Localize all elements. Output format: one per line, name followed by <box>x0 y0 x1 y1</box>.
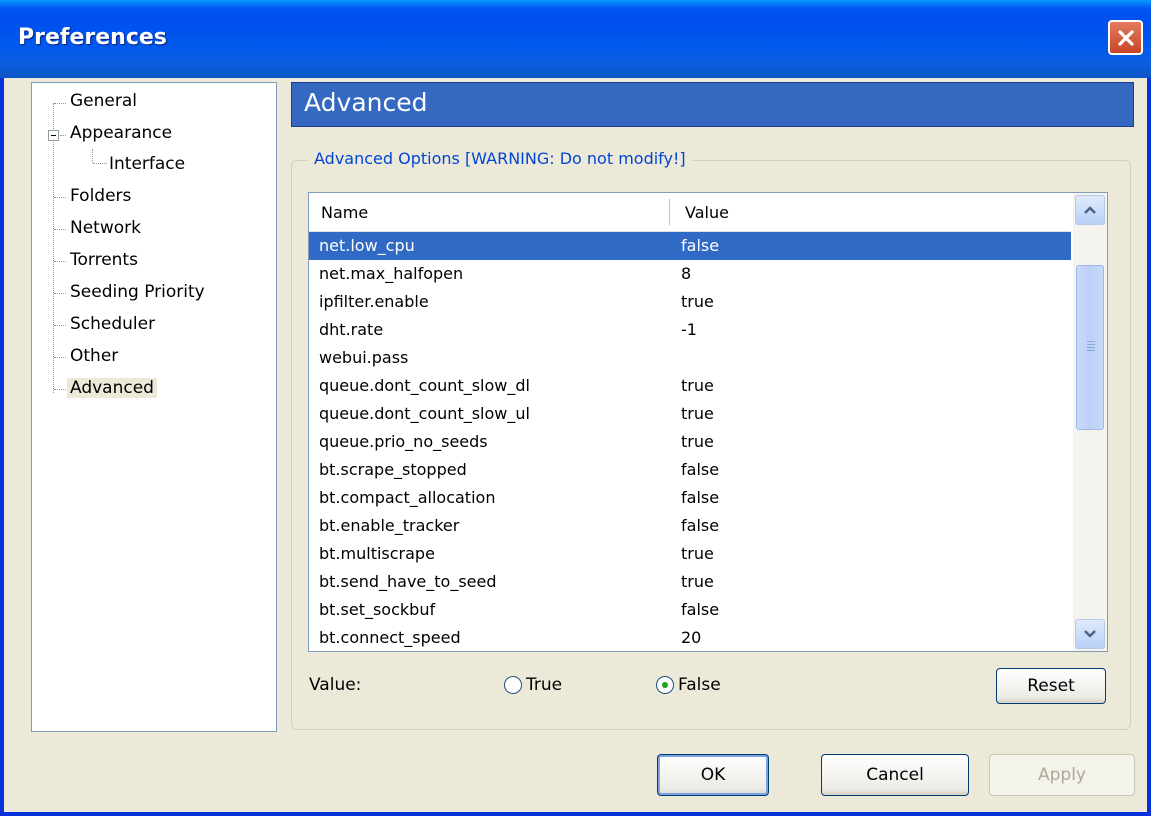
row-value: true <box>681 544 714 563</box>
table-row[interactable]: webui.pass <box>309 344 1071 372</box>
table-row[interactable]: bt.send_have_to_seed true <box>309 568 1071 596</box>
tree-connector <box>93 163 107 164</box>
row-name: bt.enable_tracker <box>319 516 460 535</box>
table-row[interactable]: net.low_cpu false <box>309 232 1071 260</box>
row-name: bt.connect_speed <box>319 628 461 647</box>
row-name: bt.scrape_stopped <box>319 460 467 479</box>
tree-item-folders[interactable]: Folders <box>70 186 131 206</box>
reset-button[interactable]: Reset <box>996 668 1106 704</box>
row-value: false <box>681 236 720 255</box>
row-name: bt.send_have_to_seed <box>319 572 497 591</box>
tree-item-interface[interactable]: Interface <box>109 154 185 174</box>
collapse-icon[interactable] <box>48 130 59 141</box>
list-header: Name Value <box>309 193 1071 232</box>
tree-connector <box>54 197 66 198</box>
row-value: false <box>681 488 720 507</box>
row-name: queue.dont_count_slow_ul <box>319 404 530 423</box>
page-header: Advanced <box>291 82 1134 127</box>
chevron-down-icon <box>1084 630 1096 638</box>
radio-false[interactable]: False <box>656 675 721 695</box>
row-value: -1 <box>681 320 697 339</box>
row-name: bt.multiscrape <box>319 544 435 563</box>
row-name: bt.compact_allocation <box>319 488 496 507</box>
table-row[interactable]: queue.dont_count_slow_dl true <box>309 372 1071 400</box>
row-name: bt.set_sockbuf <box>319 600 436 619</box>
tree-item-scheduler[interactable]: Scheduler <box>70 314 155 334</box>
tree-connector <box>54 103 66 104</box>
table-row[interactable]: bt.multiscrape true <box>309 540 1071 568</box>
tree-connector <box>54 261 66 262</box>
tree-item-other[interactable]: Other <box>70 346 118 366</box>
tree-item-network[interactable]: Network <box>70 218 141 238</box>
tree-item-general[interactable]: General <box>70 91 137 111</box>
tree-connector <box>54 293 66 294</box>
tree-connector <box>53 103 54 393</box>
row-name: webui.pass <box>319 348 409 367</box>
tree-item-appearance[interactable]: Appearance <box>70 123 172 143</box>
apply-button[interactable]: Apply <box>989 754 1135 796</box>
page-title: Advanced <box>304 88 428 117</box>
row-value: true <box>681 432 714 451</box>
list-scrollbar[interactable] <box>1073 193 1107 651</box>
column-header-value[interactable]: Value <box>685 203 729 222</box>
table-row[interactable]: net.max_halfopen 8 <box>309 260 1071 288</box>
row-name: net.max_halfopen <box>319 264 464 283</box>
row-value: true <box>681 572 714 591</box>
radio-false-label: False <box>678 675 721 695</box>
tree-connector <box>54 229 66 230</box>
window-title: Preferences <box>18 25 167 50</box>
table-row[interactable]: bt.connect_speed 20 <box>309 624 1071 651</box>
row-name: ipfilter.enable <box>319 292 429 311</box>
tree-item-advanced[interactable]: Advanced <box>67 378 157 398</box>
radio-true-label: True <box>526 675 563 695</box>
tree-connector <box>54 389 66 390</box>
scroll-thumb[interactable] <box>1076 265 1104 430</box>
row-name: queue.prio_no_seeds <box>319 432 488 451</box>
row-value: true <box>681 404 714 423</box>
row-name: queue.dont_count_slow_dl <box>319 376 530 395</box>
row-value: 20 <box>681 628 702 647</box>
tree-connector <box>92 149 93 163</box>
chevron-up-icon <box>1084 206 1096 214</box>
table-row[interactable]: bt.compact_allocation false <box>309 484 1071 512</box>
table-row[interactable]: bt.enable_tracker false <box>309 512 1071 540</box>
table-row[interactable]: ipfilter.enable true <box>309 288 1071 316</box>
table-row[interactable]: queue.prio_no_seeds true <box>309 428 1071 456</box>
group-title: Advanced Options [WARNING: Do not modify… <box>308 149 692 168</box>
row-value: 8 <box>681 264 692 283</box>
close-icon <box>1117 29 1134 46</box>
table-row[interactable]: dht.rate -1 <box>309 316 1071 344</box>
row-value: false <box>681 460 720 479</box>
preferences-window: Preferences General Appearance Interface… <box>0 0 1151 816</box>
value-label: Value: <box>309 675 362 695</box>
options-list[interactable]: Name Value net.low_cpu false net.max_half… <box>308 192 1108 652</box>
grip-icon <box>1087 341 1095 353</box>
tree-item-torrents[interactable]: Torrents <box>70 250 138 270</box>
tree-connector <box>60 135 66 136</box>
radio-circle-icon <box>504 676 522 694</box>
row-value: true <box>681 292 714 311</box>
row-value: true <box>681 376 714 395</box>
row-value: false <box>681 600 720 619</box>
scroll-down-button[interactable] <box>1075 619 1105 649</box>
ok-button[interactable]: OK <box>657 754 769 796</box>
table-row[interactable]: bt.scrape_stopped false <box>309 456 1071 484</box>
radio-true[interactable]: True <box>504 675 562 695</box>
radio-circle-checked-icon <box>656 676 674 694</box>
scroll-up-button[interactable] <box>1075 195 1105 225</box>
cancel-button[interactable]: Cancel <box>821 754 969 796</box>
column-separator[interactable] <box>669 199 670 225</box>
table-row[interactable]: bt.set_sockbuf false <box>309 596 1071 624</box>
table-row[interactable]: queue.dont_count_slow_ul true <box>309 400 1071 428</box>
row-name: net.low_cpu <box>319 236 415 255</box>
category-tree[interactable]: General Appearance Interface Folders Net… <box>31 82 277 732</box>
tree-connector <box>54 357 66 358</box>
column-header-name[interactable]: Name <box>321 203 368 222</box>
close-button[interactable] <box>1108 20 1143 55</box>
row-value: false <box>681 516 720 535</box>
title-bar: Preferences <box>0 0 1151 78</box>
tree-item-seeding-priority[interactable]: Seeding Priority <box>70 282 205 302</box>
row-name: dht.rate <box>319 320 384 339</box>
tree-connector <box>54 325 66 326</box>
